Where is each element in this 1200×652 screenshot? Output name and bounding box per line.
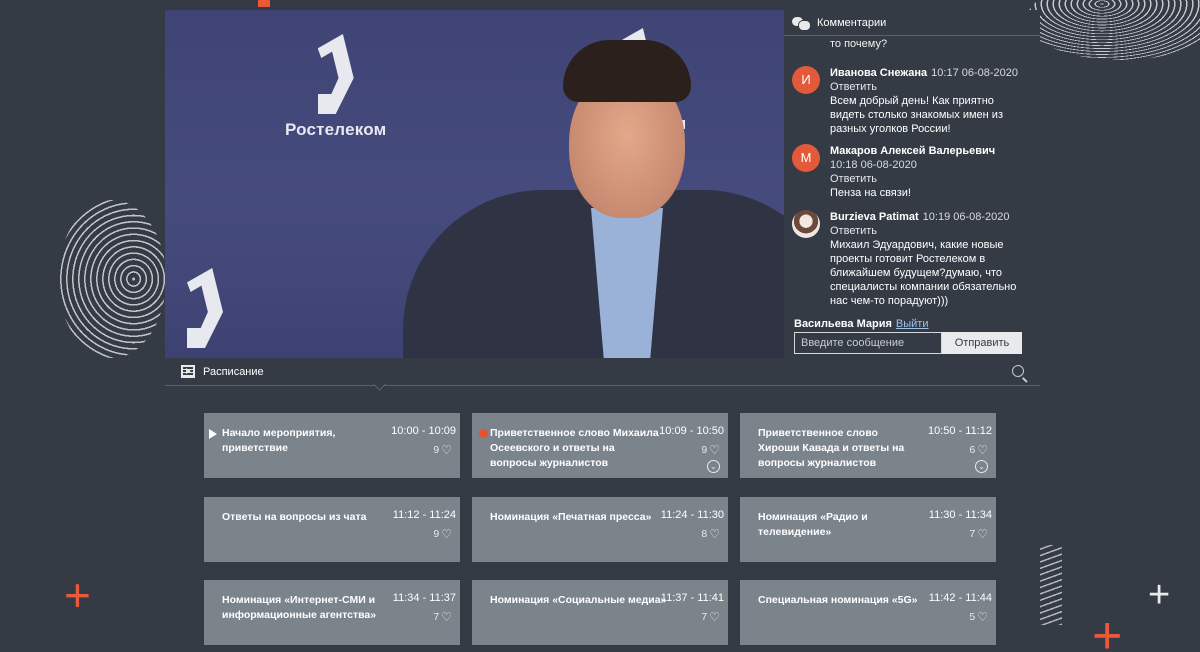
- video-player[interactable]: Ростелеком Ростелеком: [165, 10, 784, 358]
- schedule-item-title: Номинация «Социальные медиа»: [490, 594, 667, 606]
- reply-link[interactable]: Ответить: [830, 224, 1030, 238]
- like-counter[interactable]: 6 ♡: [969, 443, 988, 457]
- schedule-panel: Расписание Начало мероприятия, приветств…: [165, 358, 1040, 652]
- schedule-item[interactable]: Ответы на вопросы из чата 11:12 - 11:24 …: [204, 497, 460, 562]
- comment-text: Всем добрый день! Как приятно видеть сто…: [830, 95, 1003, 135]
- heart-icon: ♡: [977, 527, 988, 541]
- schedule-item[interactable]: Специальная номинация «5G» 11:42 - 11:44…: [740, 580, 996, 645]
- schedule-item-title: Номинация «Интернет-СМИ и информационные…: [222, 594, 377, 621]
- comments-title: Комментарии: [817, 16, 887, 29]
- heart-icon: ♡: [977, 610, 988, 624]
- chevron-down-circle-icon[interactable]: ⌄: [707, 460, 720, 473]
- comments-list[interactable]: то почему? И Иванова Снежана 10:17 06-08-…: [784, 36, 1040, 316]
- schedule-item-time: 11:42 - 11:44: [928, 592, 992, 604]
- comment-time: 10:18 06-08-2020: [830, 159, 917, 171]
- comment-text: Пенза на связи!: [830, 187, 911, 199]
- live-indicator-icon: [479, 429, 488, 438]
- brand-logo-icon: [317, 34, 354, 114]
- send-button[interactable]: Отправить: [942, 332, 1022, 354]
- schedule-item-title: Приветственное слово Хироши Кавада и отв…: [758, 427, 905, 469]
- like-counter[interactable]: 7 ♡: [433, 610, 452, 624]
- comment-time: 10:19 06-08-2020: [922, 211, 1010, 223]
- like-counter[interactable]: 7 ♡: [701, 610, 720, 624]
- chevron-down-circle-icon[interactable]: ⌄: [975, 460, 988, 473]
- comment-text: то почему?: [830, 38, 888, 50]
- schedule-item-time: 10:50 - 11:12: [927, 425, 992, 437]
- reply-link[interactable]: Ответить: [830, 80, 1030, 94]
- avatar: М: [792, 144, 820, 172]
- avatar: И: [792, 66, 820, 94]
- like-counter[interactable]: 9 ♡: [433, 527, 452, 541]
- heart-icon: ♡: [709, 610, 720, 624]
- schedule-item[interactable]: Номинация «Социальные медиа» 11:37 - 11:…: [472, 580, 728, 645]
- current-user: Васильева Мария Выйти: [794, 318, 929, 330]
- comment-author: Иванова Снежана: [830, 67, 928, 79]
- chat-bubbles-icon: [792, 16, 811, 31]
- schedule-item[interactable]: Приветственное слово Хироши Кавада и отв…: [740, 413, 996, 478]
- play-icon: [209, 429, 217, 439]
- comments-panel: Комментарии то почему? И Иванова Снежана…: [784, 10, 1040, 358]
- heart-icon: ♡: [441, 527, 452, 541]
- schedule-item[interactable]: Номинация «Интернет-СМИ и информационные…: [204, 580, 460, 645]
- message-form: Отправить: [794, 332, 1022, 354]
- comments-header: Комментарии: [784, 10, 1040, 36]
- schedule-item-title: Номинация «Радио и телевидение»: [758, 511, 868, 538]
- schedule-item-title: Приветственное слово Михаила Осеевского …: [490, 427, 659, 469]
- avatar: [792, 210, 820, 238]
- schedule-item-time: 10:09 - 10:50: [659, 425, 724, 437]
- like-counter[interactable]: 7 ♡: [969, 527, 988, 541]
- heart-icon: ♡: [441, 610, 452, 624]
- comment-author: Burzieva Patimat: [830, 211, 919, 223]
- schedule-item-title: Начало мероприятия, приветствие: [222, 427, 336, 454]
- schedule-item[interactable]: Начало мероприятия, приветствие 10:00 - …: [204, 413, 460, 478]
- film-icon: [181, 365, 195, 378]
- schedule-item-time: 11:24 - 11:30: [660, 509, 724, 521]
- schedule-item-time: 11:30 - 11:34: [928, 509, 992, 521]
- schedule-item-title: Специальная номинация «5G»: [758, 594, 918, 606]
- heart-icon: ♡: [709, 443, 720, 457]
- comment-time: 10:17 06-08-2020: [931, 67, 1019, 79]
- like-counter[interactable]: 5 ♡: [969, 610, 988, 624]
- heart-icon: ♡: [441, 443, 452, 457]
- decorative-plus-icon: +: [1092, 607, 1123, 652]
- like-counter[interactable]: 9 ♡: [701, 443, 720, 457]
- logout-link[interactable]: Выйти: [896, 318, 929, 330]
- decorative-plus-icon: +: [64, 569, 91, 621]
- schedule-header: Расписание: [165, 358, 1040, 386]
- like-counter[interactable]: 8 ♡: [701, 527, 720, 541]
- schedule-item-time: 10:00 - 10:09: [391, 425, 456, 437]
- heart-icon: ♡: [977, 443, 988, 457]
- schedule-item[interactable]: Номинация «Радио и телевидение» 11:30 - …: [740, 497, 996, 562]
- schedule-title: Расписание: [203, 365, 264, 378]
- message-input[interactable]: [794, 332, 942, 354]
- brand-logo-icon: [187, 268, 223, 348]
- brand-logo: [187, 268, 223, 354]
- decorative-mark: [258, 0, 270, 7]
- schedule-item[interactable]: Номинация «Печатная пресса» 11:24 - 11:3…: [472, 497, 728, 562]
- brand-logo: Ростелеком: [285, 34, 386, 140]
- schedule-item-time: 11:12 - 11:24: [392, 509, 456, 521]
- schedule-item-time: 11:34 - 11:37: [392, 592, 456, 604]
- decorative-plus-icon: +: [1148, 574, 1171, 616]
- decorative-swirl: [58, 200, 166, 358]
- search-icon[interactable]: [1012, 365, 1024, 377]
- like-counter[interactable]: 9 ♡: [433, 443, 452, 457]
- comment-author: Макаров Алексей Валерьевич: [830, 145, 996, 157]
- comment-text: Михаил Эдуардович, какие новые проекты г…: [830, 239, 1017, 307]
- heart-icon: ♡: [709, 527, 720, 541]
- speaker-video-frame: [403, 40, 784, 358]
- current-user-name: Васильева Мария: [794, 318, 892, 330]
- schedule-item-title: Номинация «Печатная пресса»: [490, 511, 652, 523]
- schedule-item-time: 11:37 - 11:41: [660, 592, 724, 604]
- decorative-swirl: [1026, 0, 1200, 60]
- schedule-item[interactable]: Приветственное слово Михаила Осеевского …: [472, 413, 728, 478]
- schedule-item-title: Ответы на вопросы из чата: [222, 511, 367, 523]
- reply-link[interactable]: Ответить: [830, 172, 1030, 186]
